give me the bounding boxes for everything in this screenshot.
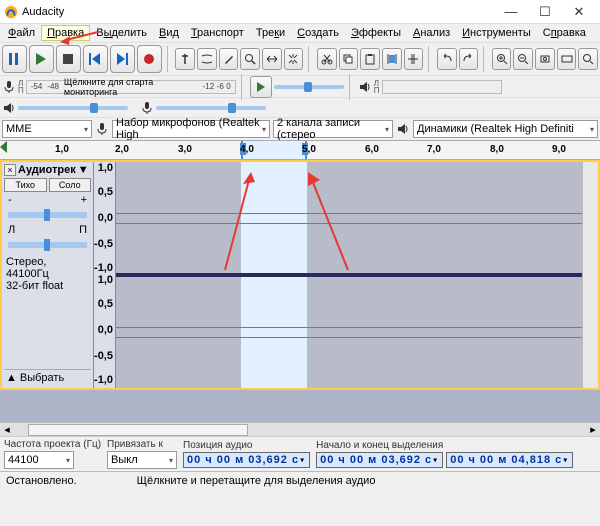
waveform-display[interactable] [116, 162, 582, 388]
pan-slider[interactable] [8, 242, 87, 248]
play-at-speed-button[interactable] [250, 76, 272, 98]
recording-device-combo[interactable]: Набор микрофонов (Realtek High▾ [112, 120, 270, 138]
selection-tool-icon[interactable] [175, 48, 195, 70]
recording-volume-slider[interactable] [156, 106, 266, 110]
close-button[interactable]: ✕ [562, 0, 596, 24]
snap-label: Привязать к [107, 439, 177, 450]
draw-tool-icon[interactable] [219, 48, 239, 70]
selection-end-field[interactable]: 00 ч 00 м 04,818 с▾ [446, 452, 573, 468]
selection-label: Начало и конец выделения [316, 440, 596, 451]
menu-view[interactable]: Вид [153, 25, 185, 41]
audio-position-field[interactable]: 00 ч 00 м 03,692 с▾ [183, 452, 310, 468]
transport-toolbar [0, 42, 600, 75]
undo-button[interactable] [437, 48, 457, 70]
pin-icon [0, 141, 9, 161]
paste-button[interactable] [360, 48, 380, 70]
solo-button[interactable]: Соло [49, 178, 92, 192]
menu-help[interactable]: Справка [537, 25, 592, 41]
speaker-icon [396, 122, 410, 136]
mic-icon [140, 101, 154, 115]
cut-button[interactable] [317, 48, 337, 70]
timeline-ruler[interactable]: 1,0 2,0 3,0 4,0 5,0 6,0 7,0 8,0 9,0 [0, 140, 600, 160]
zoom-in-button[interactable] [492, 48, 512, 70]
mic-icon [95, 122, 109, 136]
menu-select[interactable]: Выделить [90, 25, 153, 41]
status-hint: Щёлкните и перетащите для выделения ауди… [137, 475, 376, 487]
skip-end-button[interactable] [110, 45, 135, 73]
playback-volume-slider[interactable] [18, 106, 128, 110]
menu-transport[interactable]: Транспорт [185, 25, 250, 41]
play-button[interactable] [29, 45, 54, 73]
track-menu-icon[interactable]: ▼ [78, 164, 89, 176]
multi-tool-icon[interactable] [284, 48, 304, 70]
window-title: Audacity [22, 6, 494, 18]
playback-meter[interactable] [382, 80, 502, 94]
playback-state: Остановлено. [6, 475, 77, 487]
app-logo-icon [4, 5, 18, 19]
vertical-ruler: 1,0 0,5 0,0 -0,5 -1,0 1,0 0,5 0,0 -0,5 -… [94, 162, 116, 388]
audio-position-label: Позиция аудио [183, 440, 310, 451]
envelope-tool-icon[interactable] [197, 48, 217, 70]
maximize-button[interactable]: ☐ [528, 0, 562, 24]
project-rate-label: Частота проекта (Гц) [4, 439, 101, 450]
menu-tools[interactable]: Инструменты [456, 25, 537, 41]
redo-button[interactable] [459, 48, 479, 70]
vertical-scrollbar[interactable] [582, 162, 598, 388]
timeshift-tool-icon[interactable] [262, 48, 282, 70]
gain-slider[interactable] [8, 212, 87, 218]
snap-combo[interactable]: Выкл▾ [107, 451, 177, 469]
menu-analyze[interactable]: Анализ [407, 25, 456, 41]
copy-button[interactable] [339, 48, 359, 70]
record-button[interactable] [137, 45, 162, 73]
track-name[interactable]: Аудиотрек [18, 164, 76, 176]
empty-track-area [0, 390, 600, 422]
zoom-out-button[interactable] [513, 48, 533, 70]
audio-host-combo[interactable]: MME▾ [2, 120, 92, 138]
trim-button[interactable] [382, 48, 402, 70]
menu-bar: Файл Правка Выделить Вид Транспорт Треки… [0, 24, 600, 42]
track-collapse-icon[interactable]: ▲ [6, 372, 17, 384]
zoom-fit-button[interactable] [557, 48, 577, 70]
mic-icon [2, 80, 16, 94]
track-info: Стерео, 44100Гц32-бит float [4, 254, 91, 294]
meter-lr-label: ЛП [18, 80, 24, 94]
minimize-button[interactable]: — [494, 0, 528, 24]
track-control-panel: × Аудиотрек ▼ Тихо Соло -+ ЛП Стерео, 44… [2, 162, 94, 388]
skip-start-button[interactable] [83, 45, 108, 73]
recording-channels-combo[interactable]: 2 канала записи (стерео▾ [273, 120, 393, 138]
menu-tracks[interactable]: Треки [250, 25, 291, 41]
mute-button[interactable]: Тихо [4, 178, 47, 192]
menu-file[interactable]: Файл [2, 25, 41, 41]
device-toolbar: MME▾ Набор микрофонов (Realtek High▾ 2 к… [0, 117, 600, 140]
selection-toolbar: Частота проекта (Гц) 44100▾ Привязать к … [0, 436, 600, 471]
zoom-toggle-button[interactable] [578, 48, 598, 70]
stop-button[interactable] [56, 45, 81, 73]
mixer-toolbar [0, 97, 600, 117]
title-bar: Audacity — ☐ ✕ [0, 0, 600, 24]
track-select-button[interactable]: Выбрать [20, 372, 64, 384]
track-close-button[interactable]: × [4, 164, 16, 176]
play-speed-slider[interactable] [274, 85, 344, 89]
speaker-icon [358, 80, 372, 94]
menu-effects[interactable]: Эффекты [345, 25, 407, 41]
horizontal-scrollbar[interactable]: ◂ ▸ [0, 422, 600, 436]
menu-edit[interactable]: Правка [41, 25, 90, 41]
silence-button[interactable] [404, 48, 424, 70]
speaker-icon [2, 101, 16, 115]
selection-start-field[interactable]: 00 ч 00 м 03,692 с▾ [316, 452, 443, 468]
playback-device-combo[interactable]: Динамики (Realtek High Definiti▾ [413, 120, 598, 138]
project-rate-combo[interactable]: 44100▾ [4, 451, 74, 469]
zoom-tool-icon[interactable] [240, 48, 260, 70]
meter-hint: Щёлкните для старта мониторинга [64, 77, 198, 97]
meter-toolbar: ЛП -54 -48 Щёлкните для старта мониторин… [0, 75, 600, 97]
status-bar: Остановлено. Щёлкните и перетащите для в… [0, 471, 600, 489]
recording-meter[interactable]: -54 -48 Щёлкните для старта мониторинга … [26, 80, 236, 94]
track-area: × Аудиотрек ▼ Тихо Соло -+ ЛП Стерео, 44… [0, 160, 600, 390]
menu-generate[interactable]: Создать [291, 25, 345, 41]
pause-button[interactable] [2, 45, 27, 73]
zoom-fit-sel-button[interactable] [535, 48, 555, 70]
